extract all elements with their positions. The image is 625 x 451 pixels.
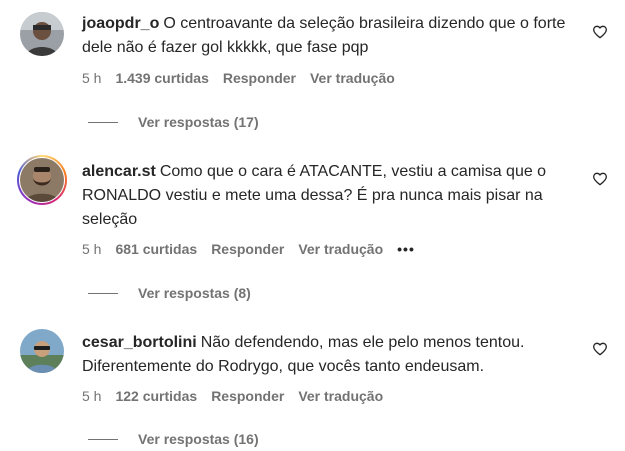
avatar[interactable]: [20, 329, 64, 373]
avatar[interactable]: [20, 12, 64, 56]
comment-likes[interactable]: 122 curtidas: [115, 388, 197, 404]
comment-text-block: alencar.st Como que o cara é ATACANTE, ve…: [82, 160, 582, 232]
comment-username[interactable]: joaopdr_o: [82, 15, 159, 32]
comment-time[interactable]: 5 h: [82, 241, 101, 257]
story-ring[interactable]: [17, 155, 67, 205]
replies-divider-line: [88, 292, 118, 294]
replies-divider-line: [88, 438, 118, 440]
heart-outline-icon[interactable]: [592, 341, 608, 357]
replies-divider-line: [88, 121, 118, 123]
translate-button[interactable]: Ver tradução: [298, 388, 383, 404]
avatar[interactable]: [20, 158, 64, 202]
comment-username[interactable]: cesar_bortolini: [82, 334, 197, 351]
view-replies-label: Ver respostas (17): [138, 114, 259, 130]
comment-likes[interactable]: 681 curtidas: [115, 241, 197, 257]
comment-text-block: cesar_bortolini Não defendendo, mas ele p…: [82, 331, 582, 379]
heart-outline-icon[interactable]: [592, 24, 608, 40]
comment-meta: 5 h 681 curtidas Responder Ver tradução •••: [82, 240, 429, 258]
comment-time[interactable]: 5 h: [82, 70, 101, 86]
view-replies-button[interactable]: Ver respostas (8): [88, 284, 251, 302]
comment-username[interactable]: alencar.st: [82, 163, 156, 180]
translate-button[interactable]: Ver tradução: [310, 70, 395, 86]
comment-likes[interactable]: 1.439 curtidas: [115, 70, 208, 86]
comment-text-block: joaopdr_o O centroavante da seleção brasi…: [82, 12, 582, 60]
translate-button[interactable]: Ver tradução: [298, 241, 383, 257]
reply-button[interactable]: Responder: [211, 388, 284, 404]
comment-meta: 5 h 1.439 curtidas Responder Ver tradução: [82, 69, 409, 87]
comment-meta: 5 h 122 curtidas Responder Ver tradução: [82, 387, 397, 405]
heart-outline-icon[interactable]: [592, 171, 608, 187]
view-replies-label: Ver respostas (8): [138, 285, 251, 301]
view-replies-button[interactable]: Ver respostas (17): [88, 113, 259, 131]
reply-button[interactable]: Responder: [223, 70, 296, 86]
view-replies-button[interactable]: Ver respostas (16): [88, 430, 259, 448]
comment-time[interactable]: 5 h: [82, 388, 101, 404]
reply-button[interactable]: Responder: [211, 241, 284, 257]
view-replies-label: Ver respostas (16): [138, 431, 259, 447]
more-options-icon[interactable]: •••: [397, 241, 415, 257]
